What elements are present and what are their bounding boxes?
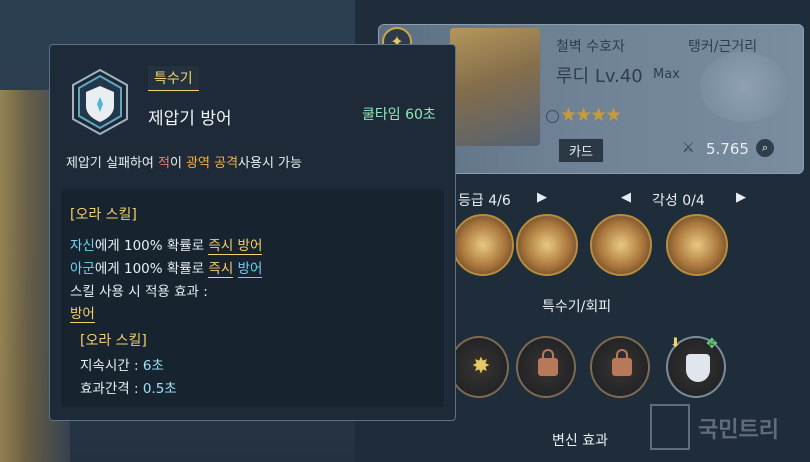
watermark-logo: 국민트리 bbox=[650, 404, 802, 450]
interval-label: 효과간격 : bbox=[80, 381, 143, 397]
line-text: 에게 100% 확률로 bbox=[94, 238, 209, 254]
desc-area: 광역 공격 bbox=[186, 156, 239, 171]
skill-slot[interactable] bbox=[516, 214, 578, 276]
character-portrait bbox=[450, 28, 540, 146]
skill-slot[interactable] bbox=[666, 214, 728, 276]
awaken-prev-arrow[interactable]: ◀ bbox=[621, 190, 631, 205]
locked-skill-slot[interactable] bbox=[590, 336, 650, 398]
duration-value: 6초 bbox=[142, 358, 164, 374]
effect-instant: 즉시 bbox=[208, 261, 234, 278]
star-rating: ★★★★ bbox=[560, 104, 622, 126]
awaken-next-arrow[interactable]: ▶ bbox=[736, 190, 746, 205]
desc-enemy: 적 bbox=[158, 156, 170, 171]
effect-instant-defense: 즉시 방어 bbox=[208, 238, 263, 255]
aura-line-ally: 아군에게 100% 확률로 즉시 방어 bbox=[70, 257, 263, 278]
watermark-logo-box bbox=[650, 404, 690, 450]
transform-section-title: 변신 효과 bbox=[552, 433, 608, 449]
aura-skill-title: [오라 스킬] bbox=[70, 207, 137, 223]
duration-line: 지속시간 : 6초 bbox=[80, 354, 164, 374]
desc-text: 제압기 실패하여 bbox=[66, 156, 158, 171]
skill-description: 제압기 실패하여 적이 광역 공격사용시 가능 bbox=[66, 152, 302, 171]
tree-emblem-icon bbox=[700, 52, 788, 122]
target-self: 자신 bbox=[70, 238, 95, 254]
aura-line-apply: 스킬 사용 시 적용 효과 : bbox=[70, 284, 208, 300]
awaken-label: 각성 0/4 bbox=[652, 193, 705, 209]
aura-line-defense: 방어 bbox=[70, 302, 95, 323]
shield-icon bbox=[686, 354, 710, 382]
skill-slot[interactable] bbox=[590, 214, 652, 276]
character-class: 철벽 수호자 bbox=[556, 39, 625, 55]
aura-line-self: 자신에게 100% 확률로 즉시 방어 bbox=[70, 234, 263, 255]
lock-icon bbox=[612, 349, 632, 376]
download-icon: ⬇ bbox=[670, 336, 681, 351]
interval-value: 0.5초 bbox=[142, 381, 177, 397]
card-badge[interactable]: 카드 bbox=[558, 138, 604, 163]
locked-skill-slot[interactable] bbox=[516, 336, 576, 398]
grade-next-arrow[interactable]: ▶ bbox=[537, 190, 547, 205]
special-skill-slot[interactable]: ✸ bbox=[449, 336, 509, 398]
ring-icon bbox=[546, 110, 559, 123]
target-ally: 아군 bbox=[70, 261, 95, 277]
move-icon: ✥ bbox=[706, 336, 718, 352]
lock-icon bbox=[538, 349, 558, 376]
crossed-swords-icon: ⚔ bbox=[682, 140, 695, 156]
skill-cooldown: 쿨타임 60초 bbox=[362, 107, 436, 123]
interval-line: 효과간격 : 0.5초 bbox=[80, 377, 177, 397]
special-section-title: 특수기/회피 bbox=[542, 299, 612, 315]
desc-text: 사용시 가능 bbox=[238, 156, 302, 171]
watermark-text: 국민트리 bbox=[698, 418, 779, 443]
aura-sub-title: [오라 스킬] bbox=[80, 333, 147, 349]
skill-category-badge: 특수기 bbox=[148, 66, 199, 91]
line-text: 에게 100% 확률로 bbox=[94, 261, 209, 277]
shield-emblem-icon bbox=[72, 68, 128, 136]
skill-slot[interactable] bbox=[452, 214, 514, 276]
grade-label: 등급 4/6 bbox=[458, 193, 511, 209]
character-name-level: 루디 Lv.40 bbox=[556, 66, 643, 87]
effect-defense-link: 방어 bbox=[70, 306, 95, 323]
effect-defense: 방어 bbox=[237, 261, 263, 278]
skill-name: 제압기 방어 bbox=[148, 109, 232, 129]
duration-label: 지속시간 : bbox=[80, 358, 143, 374]
desc-text: 이 bbox=[169, 156, 187, 171]
combat-power: 5.765 bbox=[706, 140, 749, 158]
max-label: Max bbox=[653, 67, 680, 82]
search-icon[interactable]: ⌕ bbox=[756, 139, 774, 157]
sun-emblem-icon: ✸ bbox=[471, 354, 491, 379]
